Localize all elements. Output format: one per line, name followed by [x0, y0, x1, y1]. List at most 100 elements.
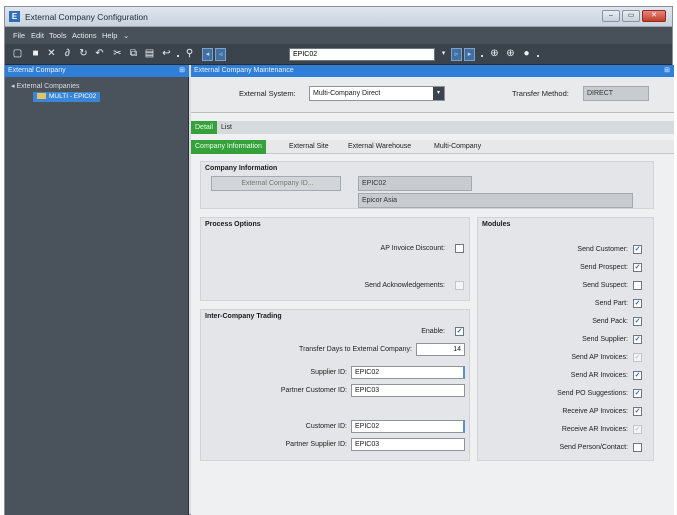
transfer-method-field: DIRECT — [583, 86, 649, 101]
module-label: Send Suspect: — [582, 282, 628, 289]
title-bar: E External Company Configuration – ▭ ✕ — [5, 7, 672, 27]
send-part-checkbox[interactable]: ✓ — [633, 299, 642, 308]
module-label: Send Supplier: — [582, 336, 628, 343]
maximize-button[interactable]: ▭ — [622, 10, 640, 22]
chevron-down-icon[interactable]: ▾ — [433, 87, 444, 100]
partner-supplier-id-label: Partner Supplier ID: — [285, 441, 347, 448]
attach-icon[interactable]: ∂ — [61, 47, 74, 61]
undo-icon[interactable]: ↶ — [93, 47, 106, 61]
nav-first-icon[interactable]: ◂ — [202, 48, 213, 61]
copy-icon[interactable]: ⧉ — [127, 47, 140, 61]
module-label: Send Person/Contact: — [559, 444, 629, 451]
circle-1-icon[interactable]: ⊕ — [488, 47, 501, 61]
paste-icon[interactable]: ▤ — [143, 47, 156, 61]
process-options-panel: Process Options AP Invoice Discount: Sen… — [200, 217, 470, 301]
nav-prev-icon[interactable]: ◃ — [215, 48, 226, 61]
top-tabs: Detail List — [191, 121, 674, 134]
company-tree: ◂ External Companies MULTI - EPIC02 — [5, 77, 189, 515]
partner-customer-id-field[interactable]: EPIC03 — [351, 384, 465, 397]
ap-invoice-discount-label: AP Invoice Discount: — [380, 245, 445, 252]
transfer-method-label: Transfer Method: — [512, 89, 569, 98]
tree-item-multi-epic02[interactable]: MULTI - EPIC02 — [33, 92, 101, 102]
minimize-button[interactable]: – — [602, 10, 620, 22]
nav-last-icon[interactable]: ▸ — [464, 48, 475, 61]
send-po-suggestions-checkbox[interactable]: ✓ — [633, 389, 642, 398]
refresh-icon[interactable]: ↻ — [77, 47, 90, 61]
tab-detail[interactable]: Detail — [191, 121, 217, 134]
external-system-combo[interactable]: Multi-Company Direct ▾ — [309, 86, 445, 101]
tab-company-information[interactable]: Company Information — [191, 140, 266, 154]
tab-list[interactable]: List — [217, 121, 236, 134]
send-supplier-checkbox[interactable]: ✓ — [633, 335, 642, 344]
transfer-days-label: Transfer Days to External Company: — [299, 346, 412, 353]
menu-actions[interactable]: Actions — [72, 31, 97, 40]
toolbar-separator — [537, 55, 539, 57]
dropdown-icon[interactable]: ▾ — [437, 47, 450, 61]
send-acknowledgements-label: Send Acknowledgements: — [364, 282, 445, 289]
send-customer-checkbox[interactable]: ✓ — [633, 245, 642, 254]
receive-ap-invoices-checkbox[interactable]: ✓ — [633, 407, 642, 416]
external-company-id-button[interactable]: External Company ID... — [211, 176, 341, 191]
pin-icon[interactable]: ⊞ — [664, 65, 670, 77]
menu-tools[interactable]: Tools — [49, 31, 67, 40]
company-info-panel: Company Information External Company ID.… — [200, 161, 654, 209]
transfer-days-field[interactable]: 14 — [416, 343, 465, 356]
send-ar-invoices-checkbox[interactable]: ✓ — [633, 371, 642, 380]
search-input[interactable] — [289, 48, 435, 61]
new-icon[interactable]: ▢ — [11, 47, 24, 61]
module-label: Send Customer: — [577, 246, 628, 253]
tree-root-external-companies[interactable]: ◂ External Companies — [11, 82, 80, 90]
partner-supplier-id-field[interactable]: EPIC03 — [351, 438, 465, 451]
left-panel-header: External Company ⊞ — [5, 65, 189, 77]
right-panel-title: External Company Maintenance — [194, 67, 294, 74]
tab-multi-company[interactable]: Multi-Company — [430, 140, 485, 153]
detail-area: Detail List Company Information External… — [191, 113, 674, 515]
save-icon[interactable]: ■ — [29, 47, 42, 61]
send-suspect-checkbox[interactable] — [633, 281, 642, 290]
left-panel-title: External Company — [8, 67, 66, 74]
menu-edit[interactable]: Edit — [31, 31, 44, 40]
module-label: Send Prospect: — [580, 264, 628, 271]
module-label: Receive AP Invoices: — [562, 408, 628, 415]
close-button[interactable]: ✕ — [642, 10, 666, 22]
circle-2-icon[interactable]: ⊕ — [504, 47, 517, 61]
tab-external-warehouse[interactable]: External Warehouse — [344, 140, 415, 153]
receive-ar-invoices-checkbox[interactable]: ✓ — [633, 425, 642, 434]
toolbar-separator — [177, 55, 179, 57]
folder-icon — [37, 93, 46, 100]
process-options-title: Process Options — [205, 221, 261, 228]
menu-file[interactable]: File — [13, 31, 25, 40]
cut-icon[interactable]: ✂ — [111, 47, 124, 61]
send-ap-invoices-checkbox[interactable]: ✓ — [633, 353, 642, 362]
delete-icon[interactable]: ✕ — [45, 47, 58, 61]
module-label: Receive AR Invoices: — [561, 426, 628, 433]
customer-id-field[interactable]: EPIC02 — [351, 420, 465, 433]
back-icon[interactable]: ↩ — [160, 47, 173, 61]
circle-3-icon[interactable]: ● — [520, 47, 533, 61]
send-prospect-checkbox[interactable]: ✓ — [633, 263, 642, 272]
ap-invoice-discount-checkbox[interactable] — [455, 244, 464, 253]
send-person-contact-checkbox[interactable] — [633, 443, 642, 452]
module-label: Send AR Invoices: — [570, 372, 628, 379]
menu-overflow-icon[interactable]: ⌄ — [123, 31, 129, 40]
toolbar-separator — [481, 55, 483, 57]
module-label: Send AP Invoices: — [571, 354, 628, 361]
send-acknowledgements-checkbox[interactable] — [455, 281, 464, 290]
app-window: E External Company Configuration – ▭ ✕ F… — [4, 6, 674, 515]
module-label: Send Part: — [594, 300, 628, 307]
toolbar: ▢ ■ ✕ ∂ ↻ ↶ ✂ ⧉ ▤ ↩ ⚲ ◂ ◃ ▾ ▹ ▸ ⊕ ⊕ ● — [5, 44, 672, 65]
tab-external-site[interactable]: External Site — [285, 140, 333, 153]
nav-next-icon[interactable]: ▹ — [451, 48, 462, 61]
company-info-title: Company Information — [205, 165, 278, 172]
modules-title: Modules — [482, 221, 511, 228]
module-label: Send PO Suggestions: — [557, 390, 628, 397]
menu-bar: File Edit Tools Actions Help ⌄ — [5, 27, 672, 44]
send-pack-checkbox[interactable]: ✓ — [633, 317, 642, 326]
search-icon[interactable]: ⚲ — [183, 47, 196, 61]
menu-help[interactable]: Help — [102, 31, 117, 40]
system-header: External System: Multi-Company Direct ▾ … — [191, 77, 674, 113]
supplier-id-field[interactable]: EPIC02 — [351, 366, 465, 379]
pin-icon[interactable]: ⊞ — [179, 65, 185, 77]
enable-checkbox[interactable]: ✓ — [455, 327, 464, 336]
sub-tabs: Company Information External Site Extern… — [191, 140, 674, 154]
